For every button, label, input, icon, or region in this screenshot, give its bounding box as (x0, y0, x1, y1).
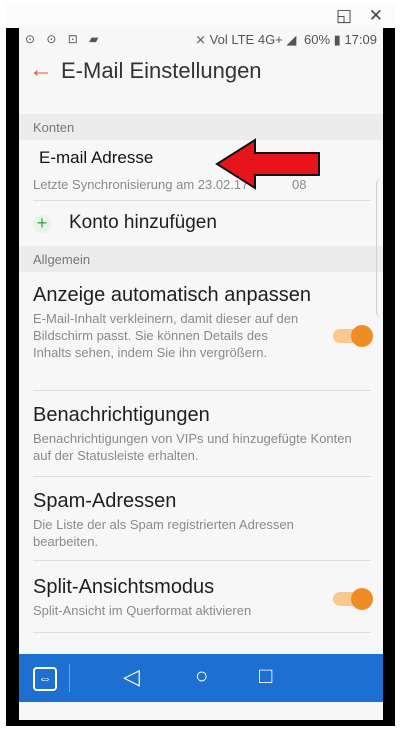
add-icon: + (33, 214, 51, 233)
divider (33, 390, 371, 391)
setting-auto-fit[interactable]: Anzeige automatisch anpassen E-Mail-Inha… (19, 272, 383, 390)
auto-fit-toggle[interactable] (333, 325, 373, 347)
page-title: E-Mail Einstellungen (61, 58, 262, 83)
setting-subtitle: Benachrichtigungen von VIPs und hinzugef… (33, 431, 352, 463)
setting-title: Benachrichtigungen (33, 404, 210, 426)
divider (33, 560, 371, 561)
add-account-label: Konto hinzufügen (69, 212, 217, 233)
section-header-general: Allgemein (19, 246, 383, 272)
setting-spam[interactable]: Spam-Adressen Die Liste der als Spam reg… (19, 478, 383, 558)
scroll-edge (376, 178, 383, 318)
app-bar: ← E-Mail Einstellungen (19, 50, 383, 96)
section-label: Konten (33, 120, 75, 135)
divider (33, 200, 371, 201)
status-right: ⨯ Vol LTE 4G+ ◢ 60% ▮ 17:09 (195, 32, 377, 48)
setting-title: Split-Ansichtsmodus (33, 576, 215, 598)
back-icon[interactable]: ◁ (123, 664, 140, 690)
home-icon[interactable]: ○ (195, 663, 208, 689)
battery-icon: ▮ (333, 32, 341, 47)
notification-icons: ⊙ ⊙ ⊡ ▰ (25, 32, 103, 46)
split-view-toggle[interactable] (333, 588, 373, 610)
annotation-arrow-icon (215, 138, 320, 190)
divider (33, 632, 371, 633)
phone-frame: ⊙ ⊙ ⊡ ▰ ⨯ Vol LTE 4G+ ◢ 60% ▮ 17:09 ← E-… (6, 28, 395, 726)
window-controls[interactable]: ◱ ✕ (336, 6, 389, 26)
navigation-bar: ⇔ ◁ ○ □ (19, 654, 383, 702)
add-account-item[interactable]: + Konto hinzufügen (19, 202, 383, 246)
phone-screen: ⊙ ⊙ ⊡ ▰ ⨯ Vol LTE 4G+ ◢ 60% ▮ 17:09 ← E-… (19, 28, 383, 720)
setting-subtitle: Die Liste der als Spam registrierten Adr… (33, 517, 294, 549)
setting-title: Spam-Adressen (33, 490, 177, 512)
setting-subtitle: E-Mail-Inhalt verkleinern, damit dieser … (33, 311, 299, 360)
account-email: E-mail Adresse (39, 148, 154, 167)
status-bar: ⊙ ⊙ ⊡ ▰ ⨯ Vol LTE 4G+ ◢ 60% ▮ 17:09 (19, 28, 383, 50)
nav-separator (69, 664, 70, 692)
remote-app-icon[interactable]: ⇔ (33, 667, 57, 691)
setting-subtitle: Split-Ansicht im Querformat aktivieren (33, 603, 252, 618)
toggle-knob (351, 325, 373, 347)
recent-apps-icon[interactable]: □ (259, 663, 272, 689)
section-header-accounts: Konten (19, 114, 383, 140)
setting-title: Anzeige automatisch anpassen (33, 284, 311, 306)
clock: 17:09 (344, 32, 377, 47)
account-item[interactable]: E-mail Adresse Letzte Synchronisierung a… (19, 140, 383, 196)
toggle-knob (351, 588, 373, 610)
setting-notifications[interactable]: Benachrichtigungen Benachrichtigungen vo… (19, 392, 383, 474)
divider (33, 476, 371, 477)
window-title-bar: ◱ ✕ (6, 4, 395, 29)
back-arrow-icon[interactable]: ← (29, 56, 53, 84)
setting-split-view[interactable]: Split-Ansichtsmodus Split-Ansicht im Que… (19, 562, 383, 628)
battery-percent: 60% (304, 32, 331, 47)
section-label: Allgemein (33, 252, 91, 267)
signal-icons: ⨯ Vol LTE 4G+ ◢ (195, 32, 297, 47)
